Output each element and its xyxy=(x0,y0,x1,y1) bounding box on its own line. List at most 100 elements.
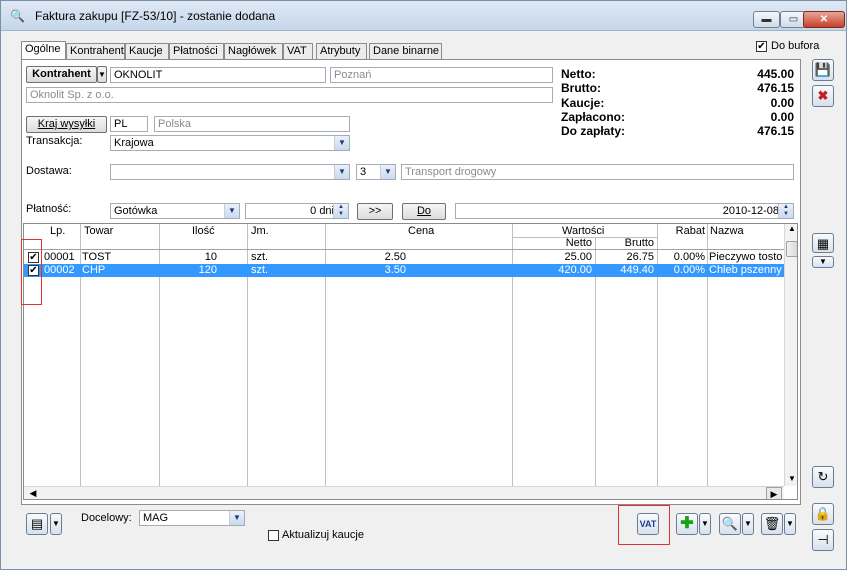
header-jm[interactable]: Jm. xyxy=(251,225,269,237)
aktualizuj-kaucje-label: Aktualizuj kaucje xyxy=(282,529,364,541)
spinner-icon[interactable]: ▲ ▼ xyxy=(778,204,793,218)
dostawa-number-select[interactable]: 3 ▼ xyxy=(356,164,396,180)
platnosc-method-select[interactable]: Gotówka ▼ xyxy=(110,203,240,219)
cell-towar: CHP xyxy=(82,264,106,276)
brutto-value: 476.15 xyxy=(757,81,794,95)
cell-lp: 00001 xyxy=(44,251,75,263)
kraj-code-input[interactable]: PL xyxy=(110,116,148,132)
aktualizuj-kaucje-checkbox[interactable] xyxy=(268,530,279,541)
kraj-wysylki-button[interactable]: Kraj wysyłki xyxy=(26,116,107,133)
minimize-button[interactable]: ▬ xyxy=(753,11,780,28)
spinner-icon[interactable]: ▲ ▼ xyxy=(333,204,348,218)
header-wartosci[interactable]: Wartości xyxy=(562,225,604,237)
checkbox-column-highlight xyxy=(21,239,42,305)
chevron-down-icon: ▼ xyxy=(334,136,349,150)
header-netto[interactable]: Netto xyxy=(512,237,592,249)
kraj-name-input[interactable]: Polska xyxy=(154,116,350,132)
pin-icon[interactable]: ⊣ xyxy=(812,529,834,551)
tab-vat[interactable]: VAT xyxy=(283,43,313,60)
chevron-down-icon: ▼ xyxy=(334,165,349,179)
cell-netto: 25.00 xyxy=(564,251,592,263)
chevron-down-icon[interactable]: ▼ xyxy=(784,513,796,535)
platnosc-days-input[interactable]: 0 dni ▲ ▼ xyxy=(245,203,349,219)
platnosc-label: Płatność: xyxy=(26,203,72,215)
vat-button[interactable]: VAT xyxy=(637,513,659,535)
header-ilosc[interactable]: Ilość xyxy=(192,225,215,237)
kaucje-label: Kaucje: xyxy=(561,96,605,110)
transakcja-select[interactable]: Krajowa ▼ xyxy=(110,135,350,151)
cell-ilosc: 10 xyxy=(204,251,217,263)
scroll-down-icon[interactable]: ▼ xyxy=(785,474,797,486)
transakcja-value: Krajowa xyxy=(114,137,154,149)
cell-nazwa: Pieczywo tosto xyxy=(709,251,783,263)
vertical-scrollbar[interactable]: ▲ ▼ xyxy=(784,224,797,486)
scroll-thumb[interactable] xyxy=(786,241,797,257)
scroll-up-icon[interactable]: ▲ xyxy=(785,224,797,236)
cell-brutto: 26.75 xyxy=(626,251,654,263)
cell-brutto: 449.40 xyxy=(620,264,654,276)
header-rabat[interactable]: Rabat xyxy=(657,225,705,237)
tab-kaucje[interactable]: Kaucje xyxy=(125,43,169,60)
cell-jm: szt. xyxy=(251,264,269,276)
kontrahent-dropdown-button[interactable]: ▼ xyxy=(97,66,107,83)
invoice-icon: 🔍 xyxy=(10,9,25,23)
kontrahent-city-input[interactable]: Poznań xyxy=(330,67,553,83)
cell-netto: 420.00 xyxy=(558,264,592,276)
do-zaplaty-label: Do zapłaty: xyxy=(561,124,626,138)
header-nazwa[interactable]: Nazwa xyxy=(710,225,744,237)
cell-nazwa: Chleb pszenny xyxy=(709,264,782,276)
header-towar[interactable]: Towar xyxy=(84,225,113,237)
save-icon[interactable]: 💾 xyxy=(812,59,834,81)
kontrahent-button[interactable]: Kontrahent xyxy=(26,66,97,83)
window-title: Faktura zakupu [FZ-53/10] - zostanie dod… xyxy=(35,9,276,23)
close-button[interactable]: ✕ xyxy=(803,11,845,28)
lock-icon[interactable]: 🔒 xyxy=(812,503,834,525)
cancel-icon[interactable]: ✖ xyxy=(812,85,834,107)
items-table: Lp. Towar Ilość Jm. Cena Wartości Netto … xyxy=(23,223,798,500)
header-lp[interactable]: Lp. xyxy=(50,225,65,237)
kontrahent-code-input[interactable]: OKNOLIT xyxy=(110,67,326,83)
dostawa-select[interactable]: ▼ xyxy=(110,164,350,180)
zaplacono-value: 0.00 xyxy=(770,110,794,124)
tab-atrybuty[interactable]: Atrybuty xyxy=(316,43,367,60)
netto-label: Netto: xyxy=(561,67,596,81)
cell-cena: 3.50 xyxy=(384,264,406,276)
dostawa-type-input[interactable]: Transport drogowy xyxy=(401,164,794,180)
horizontal-scrollbar[interactable]: ◀ ▶ xyxy=(24,486,784,499)
chevron-down-icon[interactable]: ▼ xyxy=(699,513,711,535)
tab-dane-binarne[interactable]: Dane binarne xyxy=(369,43,442,60)
tab-naglowek[interactable]: Nagłówek xyxy=(224,43,283,60)
docelowy-value: MAG xyxy=(143,512,169,524)
header-brutto[interactable]: Brutto xyxy=(595,237,654,249)
document-icon[interactable]: ▤ xyxy=(26,513,48,535)
delete-icon[interactable]: 🗑 xyxy=(761,513,783,535)
kaucje-value: 0.00 xyxy=(770,96,794,110)
scroll-left-icon[interactable]: ◀ xyxy=(26,487,40,499)
calculator-icon[interactable]: ▦ xyxy=(812,233,834,253)
chevron-down-icon[interactable]: ▼ xyxy=(812,256,834,268)
platnosc-date-value: 2010-12-08 xyxy=(722,205,779,217)
table-row[interactable]: ✔ 00001 TOST 10 szt. 2.50 25.00 26.75 0.… xyxy=(24,251,784,264)
search-icon[interactable]: 🔍 xyxy=(719,513,741,535)
tab-ogolne[interactable]: Ogólne xyxy=(21,41,66,61)
chevron-down-icon: ▼ xyxy=(224,204,239,218)
chevron-down-icon[interactable]: ▼ xyxy=(742,513,754,535)
scroll-right-icon[interactable]: ▶ xyxy=(766,487,782,499)
do-button[interactable]: Do xyxy=(402,203,446,220)
chevron-down-icon[interactable]: ▼ xyxy=(50,513,62,535)
do-bufora-checkbox[interactable]: ✔ xyxy=(756,41,767,52)
zaplacono-label: Zapłacono: xyxy=(561,110,626,124)
cell-rabat: 0.00% xyxy=(673,264,705,276)
platnosc-date-input[interactable]: 2010-12-08 ▲ ▼ xyxy=(455,203,794,219)
tab-platnosci[interactable]: Płatności xyxy=(169,43,224,60)
header-cena[interactable]: Cena xyxy=(408,225,434,237)
cell-rabat: 0.00% xyxy=(673,251,705,263)
brutto-label: Brutto: xyxy=(561,81,601,95)
add-icon[interactable]: ✚ xyxy=(676,513,698,535)
refresh-icon[interactable]: ↻ xyxy=(812,466,834,488)
next-date-button[interactable]: >> xyxy=(357,203,393,220)
table-row-selected[interactable]: ✔ 00002 CHP 120 szt. 3.50 420.00 449.40 … xyxy=(24,264,784,277)
tab-kontrahent[interactable]: Kontrahent xyxy=(66,43,125,60)
kontrahent-name-input[interactable]: Oknolit Sp. z o.o. xyxy=(26,87,553,103)
docelowy-select[interactable]: MAG ▼ xyxy=(139,510,245,526)
